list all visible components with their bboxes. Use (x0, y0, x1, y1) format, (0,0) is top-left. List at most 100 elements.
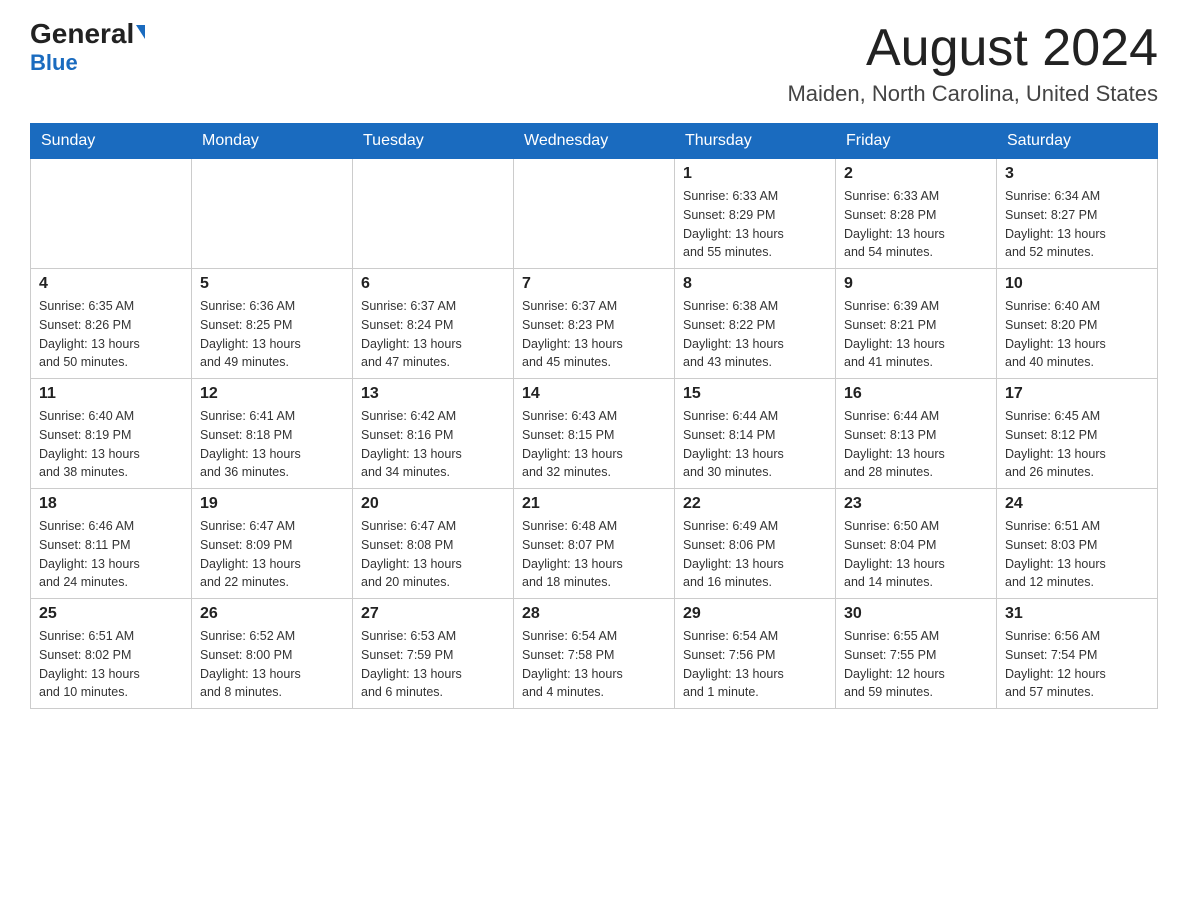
calendar-cell: 11 Sunrise: 6:40 AM Sunset: 8:19 PM Dayli… (31, 379, 192, 489)
calendar-cell: 30Sunrise: 6:55 AM Sunset: 7:55 PM Dayli… (836, 599, 997, 709)
day-info: Sunrise: 6:40 AM Sunset: 8:20 PM Dayligh… (1005, 297, 1149, 372)
day-info: Sunrise: 6:40 AM Sunset: 8:19 PM Dayligh… (39, 407, 183, 482)
day-number: 19 (200, 495, 344, 513)
calendar-cell: 21Sunrise: 6:48 AM Sunset: 8:07 PM Dayli… (514, 489, 675, 599)
day-of-week-tuesday: Tuesday (353, 124, 514, 159)
day-info: Sunrise: 6:54 AM Sunset: 7:56 PM Dayligh… (683, 627, 827, 702)
day-number: 7 (522, 275, 666, 293)
day-number: 23 (844, 495, 988, 513)
day-number: 3 (1005, 165, 1149, 183)
day-number: 6 (361, 275, 505, 293)
calendar-cell: 16 Sunrise: 6:44 AM Sunset: 8:13 PM Dayli… (836, 379, 997, 489)
day-of-week-friday: Friday (836, 124, 997, 159)
calendar-cell (31, 159, 192, 269)
calendar-cell: 12Sunrise: 6:41 AM Sunset: 8:18 PM Dayli… (192, 379, 353, 489)
day-info: Sunrise: 6:46 AM Sunset: 8:11 PM Dayligh… (39, 517, 183, 592)
location-title: Maiden, North Carolina, United States (787, 81, 1158, 107)
calendar-cell: 20Sunrise: 6:47 AM Sunset: 8:08 PM Dayli… (353, 489, 514, 599)
day-of-week-monday: Monday (192, 124, 353, 159)
title-area: August 2024 Maiden, North Carolina, Unit… (787, 20, 1158, 107)
calendar-cell: 8Sunrise: 6:38 AM Sunset: 8:22 PM Daylig… (675, 269, 836, 379)
day-number: 11 (39, 385, 183, 403)
calendar-cell: 18 Sunrise: 6:46 AM Sunset: 8:11 PM Dayli… (31, 489, 192, 599)
week-row-1: 1Sunrise: 6:33 AM Sunset: 8:29 PM Daylig… (31, 159, 1158, 269)
day-number: 14 (522, 385, 666, 403)
day-info: Sunrise: 6:54 AM Sunset: 7:58 PM Dayligh… (522, 627, 666, 702)
calendar-cell (514, 159, 675, 269)
day-number: 15 (683, 385, 827, 403)
day-number: 24 (1005, 495, 1149, 513)
day-info: Sunrise: 6:37 AM Sunset: 8:23 PM Dayligh… (522, 297, 666, 372)
calendar-cell: 2 Sunrise: 6:33 AM Sunset: 8:28 PM Daylig… (836, 159, 997, 269)
day-info: Sunrise: 6:53 AM Sunset: 7:59 PM Dayligh… (361, 627, 505, 702)
day-info: Sunrise: 6:34 AM Sunset: 8:27 PM Dayligh… (1005, 187, 1149, 262)
week-row-5: 25 Sunrise: 6:51 AM Sunset: 8:02 PM Dayli… (31, 599, 1158, 709)
calendar-cell: 1Sunrise: 6:33 AM Sunset: 8:29 PM Daylig… (675, 159, 836, 269)
day-info: Sunrise: 6:33 AM Sunset: 8:28 PM Dayligh… (844, 187, 988, 262)
day-number: 28 (522, 605, 666, 623)
calendar-cell: 6 Sunrise: 6:37 AM Sunset: 8:24 PM Daylig… (353, 269, 514, 379)
month-title: August 2024 (787, 20, 1158, 77)
logo-main: General (30, 20, 145, 48)
day-info: Sunrise: 6:51 AM Sunset: 8:03 PM Dayligh… (1005, 517, 1149, 592)
day-info: Sunrise: 6:50 AM Sunset: 8:04 PM Dayligh… (844, 517, 988, 592)
day-number: 1 (683, 165, 827, 183)
calendar-cell: 17 Sunrise: 6:45 AM Sunset: 8:12 PM Dayli… (997, 379, 1158, 489)
day-number: 4 (39, 275, 183, 293)
calendar-cell: 26 Sunrise: 6:52 AM Sunset: 8:00 PM Dayli… (192, 599, 353, 709)
calendar-cell: 31 Sunrise: 6:56 AM Sunset: 7:54 PM Dayli… (997, 599, 1158, 709)
day-info: Sunrise: 6:51 AM Sunset: 8:02 PM Dayligh… (39, 627, 183, 702)
days-of-week-row: SundayMondayTuesdayWednesdayThursdayFrid… (31, 124, 1158, 159)
day-number: 27 (361, 605, 505, 623)
day-info: Sunrise: 6:47 AM Sunset: 8:09 PM Dayligh… (200, 517, 344, 592)
day-number: 9 (844, 275, 988, 293)
calendar-cell: 25 Sunrise: 6:51 AM Sunset: 8:02 PM Dayli… (31, 599, 192, 709)
calendar-table: SundayMondayTuesdayWednesdayThursdayFrid… (30, 123, 1158, 709)
day-info: Sunrise: 6:38 AM Sunset: 8:22 PM Dayligh… (683, 297, 827, 372)
page-header: General Blue August 2024 Maiden, North C… (30, 20, 1158, 107)
calendar-cell: 19 Sunrise: 6:47 AM Sunset: 8:09 PM Dayli… (192, 489, 353, 599)
logo-sub: Blue (30, 50, 78, 76)
calendar-cell: 10 Sunrise: 6:40 AM Sunset: 8:20 PM Dayli… (997, 269, 1158, 379)
day-info: Sunrise: 6:43 AM Sunset: 8:15 PM Dayligh… (522, 407, 666, 482)
day-number: 10 (1005, 275, 1149, 293)
day-number: 21 (522, 495, 666, 513)
day-number: 2 (844, 165, 988, 183)
week-row-2: 4 Sunrise: 6:35 AM Sunset: 8:26 PM Daylig… (31, 269, 1158, 379)
calendar-cell: 4 Sunrise: 6:35 AM Sunset: 8:26 PM Daylig… (31, 269, 192, 379)
day-number: 26 (200, 605, 344, 623)
day-number: 25 (39, 605, 183, 623)
day-number: 22 (683, 495, 827, 513)
calendar-cell: 29 Sunrise: 6:54 AM Sunset: 7:56 PM Dayli… (675, 599, 836, 709)
calendar-cell: 28 Sunrise: 6:54 AM Sunset: 7:58 PM Dayli… (514, 599, 675, 709)
day-of-week-saturday: Saturday (997, 124, 1158, 159)
calendar-cell: 7 Sunrise: 6:37 AM Sunset: 8:23 PM Daylig… (514, 269, 675, 379)
day-number: 16 (844, 385, 988, 403)
day-info: Sunrise: 6:42 AM Sunset: 8:16 PM Dayligh… (361, 407, 505, 482)
day-number: 13 (361, 385, 505, 403)
day-number: 5 (200, 275, 344, 293)
day-info: Sunrise: 6:35 AM Sunset: 8:26 PM Dayligh… (39, 297, 183, 372)
day-number: 18 (39, 495, 183, 513)
day-of-week-wednesday: Wednesday (514, 124, 675, 159)
day-info: Sunrise: 6:39 AM Sunset: 8:21 PM Dayligh… (844, 297, 988, 372)
day-number: 29 (683, 605, 827, 623)
day-number: 31 (1005, 605, 1149, 623)
day-info: Sunrise: 6:44 AM Sunset: 8:13 PM Dayligh… (844, 407, 988, 482)
calendar-cell: 3 Sunrise: 6:34 AM Sunset: 8:27 PM Daylig… (997, 159, 1158, 269)
day-info: Sunrise: 6:36 AM Sunset: 8:25 PM Dayligh… (200, 297, 344, 372)
logo: General Blue (30, 20, 145, 76)
day-info: Sunrise: 6:45 AM Sunset: 8:12 PM Dayligh… (1005, 407, 1149, 482)
day-info: Sunrise: 6:52 AM Sunset: 8:00 PM Dayligh… (200, 627, 344, 702)
calendar-cell: 27 Sunrise: 6:53 AM Sunset: 7:59 PM Dayli… (353, 599, 514, 709)
day-info: Sunrise: 6:37 AM Sunset: 8:24 PM Dayligh… (361, 297, 505, 372)
calendar-cell (353, 159, 514, 269)
day-of-week-sunday: Sunday (31, 124, 192, 159)
calendar-cell: 15Sunrise: 6:44 AM Sunset: 8:14 PM Dayli… (675, 379, 836, 489)
day-of-week-thursday: Thursday (675, 124, 836, 159)
calendar-cell: 24 Sunrise: 6:51 AM Sunset: 8:03 PM Dayli… (997, 489, 1158, 599)
calendar-cell: 13 Sunrise: 6:42 AM Sunset: 8:16 PM Dayli… (353, 379, 514, 489)
day-number: 17 (1005, 385, 1149, 403)
day-info: Sunrise: 6:47 AM Sunset: 8:08 PM Dayligh… (361, 517, 505, 592)
day-info: Sunrise: 6:56 AM Sunset: 7:54 PM Dayligh… (1005, 627, 1149, 702)
